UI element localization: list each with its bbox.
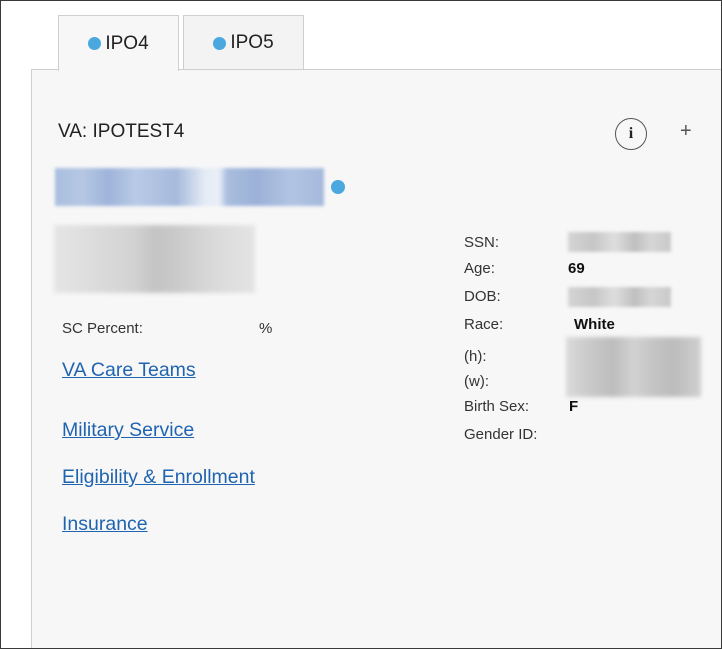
tab-label: IPO5	[230, 32, 274, 53]
home-phone-label: (h):	[464, 348, 487, 365]
tab-ipo5[interactable]: IPO5	[183, 15, 304, 70]
plus-icon[interactable]: +	[680, 120, 692, 143]
ssn-value-redacted	[568, 232, 671, 252]
race-label: Race:	[464, 316, 504, 333]
va-care-teams-link[interactable]: VA Care Teams	[62, 359, 196, 382]
patient-title: VA: IPOTEST4	[58, 121, 185, 142]
patient-name-redacted	[55, 168, 324, 206]
tab-label: IPO4	[105, 32, 149, 54]
info-icon[interactable]: i	[615, 118, 647, 150]
military-service-link[interactable]: Military Service	[62, 419, 194, 442]
status-dot-icon	[331, 180, 345, 194]
sc-percent-label: SC Percent:	[62, 320, 143, 337]
status-dot-icon	[213, 36, 227, 50]
gender-id-label: Gender ID:	[464, 426, 538, 443]
status-dot-icon	[88, 37, 102, 50]
age-value: 69	[568, 260, 585, 277]
dob-label: DOB:	[464, 288, 501, 305]
birth-sex-label: Birth Sex:	[464, 398, 530, 415]
eligibility-enrollment-link[interactable]: Eligibility & Enrollment	[62, 466, 255, 489]
insurance-link[interactable]: Insurance	[62, 513, 148, 536]
patient-details-redacted	[54, 225, 255, 293]
age-label: Age:	[464, 260, 495, 277]
race-value: White	[574, 316, 615, 333]
phone-values-redacted	[566, 337, 701, 397]
birth-sex-value: F	[569, 398, 579, 415]
dob-value-redacted	[568, 287, 671, 307]
ssn-label: SSN:	[464, 234, 500, 251]
sc-percent-unit: %	[259, 320, 273, 337]
screenshot-frame: IPO4 IPO5 VA: IPOTEST4 i + SC Percent: %…	[0, 0, 722, 649]
tab-ipo4[interactable]: IPO4	[58, 15, 179, 71]
work-phone-label: (w):	[464, 373, 489, 390]
